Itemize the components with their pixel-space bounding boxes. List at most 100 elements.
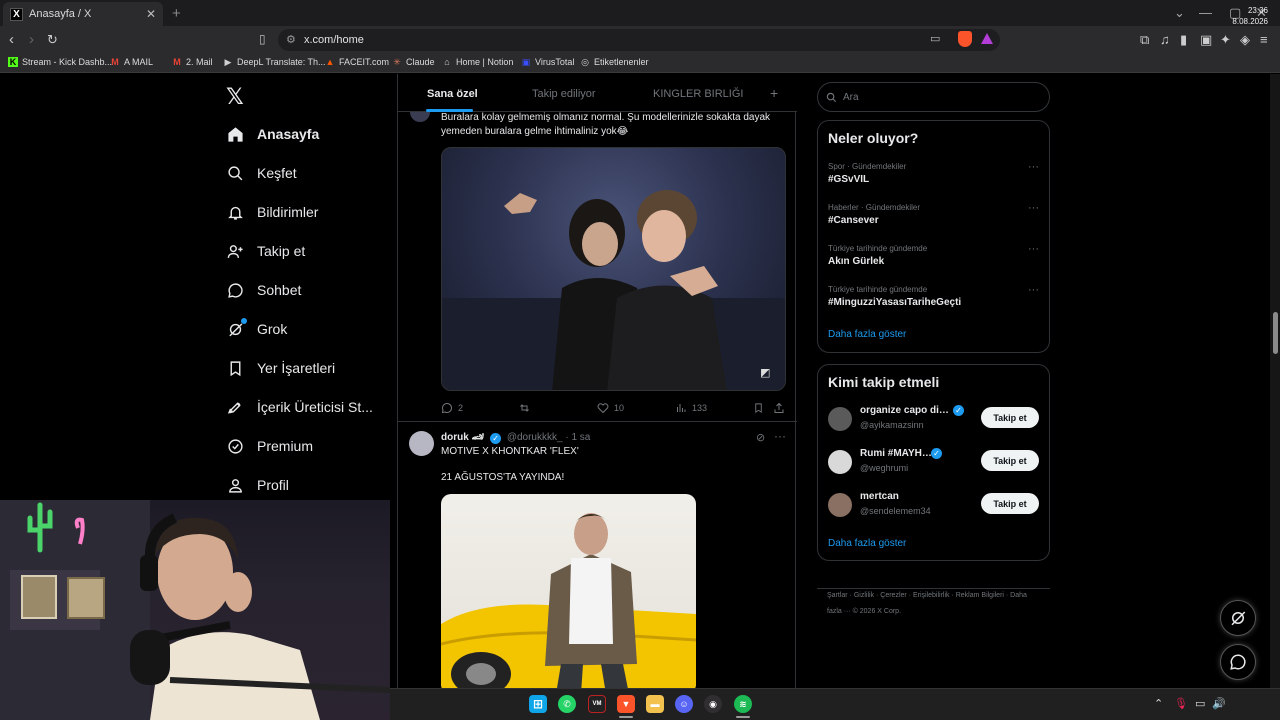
bookmark-etiketlenenler[interactable]: ◎ Etiketlenenler (580, 57, 648, 67)
follow-button[interactable]: Takip et (981, 450, 1039, 471)
suggestion-name[interactable]: organize capo di t... (860, 405, 950, 416)
tweet-image[interactable] (441, 494, 696, 688)
search-input[interactable]: Ara (817, 82, 1050, 112)
bookmark-page-icon[interactable]: ▯ (259, 32, 266, 46)
scrollbar-thumb[interactable] (1273, 312, 1278, 354)
more-icon[interactable]: ··· (774, 429, 786, 443)
wallet-icon[interactable]: ▣ (1200, 32, 1212, 48)
nav-profile[interactable]: Profil (226, 476, 289, 494)
nav-bookmarks[interactable]: Yer İşaretleri (226, 359, 335, 377)
follow-button[interactable]: Takip et (981, 493, 1039, 514)
sidebar-icon[interactable]: ▮ (1180, 32, 1187, 48)
brave-icon[interactable]: ▼ (617, 695, 635, 713)
avatar[interactable] (828, 493, 852, 517)
avatar[interactable] (409, 431, 434, 456)
nav-follow[interactable]: Takip et (226, 242, 305, 260)
trend-name[interactable]: #MinguzziYasasıTariheGeçti (828, 297, 961, 308)
nav-creator-studio[interactable]: İçerik Üreticisi St... (226, 398, 373, 416)
network-icon[interactable]: ▭ (1195, 697, 1205, 710)
tray-overflow-icon[interactable]: ⌃ (1154, 697, 1163, 710)
bookmark-kick[interactable]: K Stream - Kick Dashb... (8, 57, 112, 67)
site-info-icon[interactable]: ⚙ (286, 33, 296, 46)
suggestion-name[interactable]: Rumi #MAYHEM (860, 448, 936, 459)
gif-icon[interactable]: ◩ (760, 366, 770, 379)
more-icon[interactable]: ··· (1028, 243, 1039, 255)
discord-icon[interactable]: ☺ (675, 695, 693, 713)
share-button[interactable] (773, 402, 790, 414)
more-icon[interactable]: ··· (1028, 284, 1039, 296)
microphone-icon[interactable]: 🎙 (1174, 697, 1188, 710)
url-field[interactable]: ⚙ x.com/home (278, 29, 1000, 51)
x-logo-icon[interactable]: 𝕏 (226, 84, 244, 110)
nav-explore[interactable]: Keşfet (226, 164, 297, 182)
bookmark-claude[interactable]: ✳ Claude (392, 57, 434, 67)
back-icon[interactable]: ‹ (9, 31, 14, 48)
nav-chat[interactable]: Sohbet (226, 281, 301, 299)
minimize-icon[interactable]: — (1199, 5, 1212, 20)
menu-icon[interactable]: ≡ (1260, 32, 1268, 47)
grok-explain-icon[interactable]: ⊘ (756, 431, 765, 444)
extensions-icon[interactable]: ⧉ (1140, 32, 1149, 48)
author-name[interactable]: doruk 🏎 (441, 432, 484, 443)
trend-name[interactable]: Akın Gürlek (828, 256, 884, 267)
brave-rewards-icon[interactable] (981, 33, 993, 44)
grok-fab-button[interactable] (1220, 600, 1256, 636)
repost-button[interactable] (518, 402, 536, 414)
page-scrollbar[interactable] (1270, 74, 1280, 688)
bookmark-notion[interactable]: ⌂ Home | Notion (442, 57, 513, 67)
nav-grok[interactable]: Grok (226, 318, 287, 338)
forward-icon[interactable]: › (29, 31, 34, 48)
taskbar-clock[interactable]: 23:36 8.08.2026 (1232, 5, 1268, 27)
tab-for-you[interactable]: Sana özel (427, 88, 478, 100)
add-tab-icon[interactable]: + (770, 85, 778, 101)
new-tab-button[interactable]: + (172, 5, 181, 22)
more-icon[interactable]: ··· (1028, 202, 1039, 214)
avatar[interactable] (828, 407, 852, 431)
like-button[interactable]: 10 (597, 402, 624, 414)
tab-following[interactable]: Takip ediliyor (532, 88, 596, 100)
show-more-link[interactable]: Daha fazla göster (828, 538, 906, 549)
follow-suggestion[interactable]: mertcan @sendelemem34 Takip et (828, 491, 1041, 525)
tweet-time[interactable]: · 1 sa (565, 432, 590, 443)
footer-links[interactable]: Şartlar · Gizlilik · Çerezler · Erişileb… (827, 588, 1042, 620)
bookmark-faceit[interactable]: ▲ FACEIT.com (325, 57, 389, 67)
volume-icon[interactable]: 🔊 (1212, 697, 1226, 710)
author-handle[interactable]: @dorukkkk_ (507, 432, 563, 443)
trend-name[interactable]: #GSvVIL (828, 174, 869, 185)
windows-start-icon[interactable]: ⊞ (529, 695, 547, 713)
avatar[interactable] (828, 450, 852, 474)
media-icon[interactable]: ♫ (1160, 32, 1170, 47)
file-explorer-icon[interactable]: ▬ (646, 695, 664, 713)
reload-icon[interactable]: ↻ (47, 32, 58, 48)
bookmark-mail-2[interactable]: M 2. Mail (172, 57, 212, 67)
tab-search-icon[interactable]: ⌄ (1174, 5, 1185, 21)
follow-suggestion[interactable]: Rumi #MAYHEM ✓ @weghrumi Takip et (828, 448, 1041, 482)
reply-button[interactable]: 2 (441, 402, 463, 414)
browser-tab[interactable]: X Anasayfa / X ✕ (3, 2, 163, 26)
tab-list[interactable]: KINGLER BIRLIĞI (653, 88, 743, 100)
obs-icon[interactable]: ◉ (704, 695, 722, 713)
more-icon[interactable]: ··· (1028, 161, 1039, 173)
suggestion-name[interactable]: mertcan (860, 491, 950, 502)
nav-notifications[interactable]: Bildirimler (226, 203, 318, 221)
bookmark-mail[interactable]: M A MAIL (110, 57, 153, 67)
tweet-image[interactable]: ◩ (441, 147, 786, 391)
whatsapp-icon[interactable]: ✆ (558, 695, 576, 713)
bookmark-deepl[interactable]: ▶ DeepL Translate: Th... (223, 57, 326, 67)
nav-premium[interactable]: Premium (226, 437, 313, 455)
cast-icon[interactable]: ▭ (930, 32, 940, 45)
vpn-icon[interactable]: ◈ (1240, 32, 1250, 48)
messages-fab-button[interactable] (1220, 644, 1256, 680)
trend-name[interactable]: #Cansever (828, 215, 879, 226)
brave-shields-icon[interactable] (958, 31, 972, 47)
bookmark-button[interactable] (753, 402, 769, 414)
spotify-icon[interactable]: ≋ (734, 695, 752, 713)
close-tab-icon[interactable]: ✕ (146, 7, 156, 21)
show-more-link[interactable]: Daha fazla göster (828, 329, 906, 340)
voicemeeter-icon[interactable]: VM (588, 695, 606, 713)
nav-home[interactable]: Anasayfa (226, 125, 319, 143)
bookmark-virustotal[interactable]: ▣ VirusTotal (521, 57, 575, 67)
follow-suggestion[interactable]: organize capo di t... ✓ @ayikamazsinn Ta… (828, 405, 1041, 439)
views-button[interactable]: 133 (675, 402, 707, 414)
leo-icon[interactable]: ✦ (1220, 32, 1231, 48)
